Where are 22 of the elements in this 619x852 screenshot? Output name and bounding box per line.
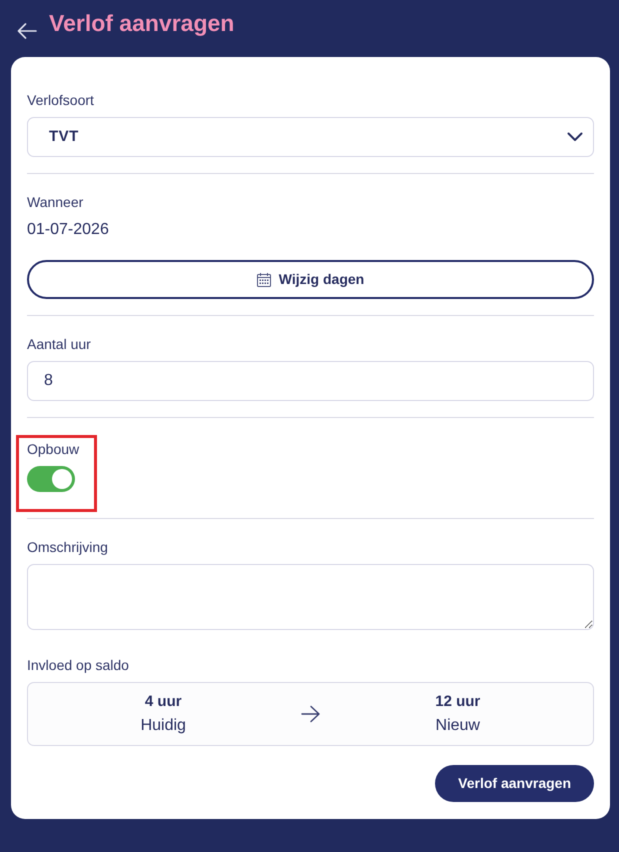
change-days-button[interactable]: Wijzig dagen xyxy=(27,260,594,299)
field-label: Aantal uur xyxy=(27,336,92,353)
description-field[interactable] xyxy=(27,564,594,630)
balance-caption: Nieuw xyxy=(436,716,480,736)
back-arrow-icon[interactable] xyxy=(17,23,37,39)
balance-value: 4 uur xyxy=(144,692,182,712)
calendar-icon xyxy=(256,272,271,286)
submit-button[interactable]: Verlof aanvragen xyxy=(435,765,594,802)
balance-value: 12 uur xyxy=(435,692,480,712)
field-label: Omschrijving xyxy=(27,539,109,556)
field-label: Wanneer xyxy=(27,194,84,211)
field-label: Opbouw xyxy=(27,441,80,458)
hours-input[interactable]: 8 xyxy=(27,361,594,401)
page-title: Verlof aanvragen xyxy=(49,9,234,38)
select-field[interactable]: TVT xyxy=(27,117,594,157)
field-label: Invloed op saldo xyxy=(27,657,130,674)
date-value: 01-07-2026 xyxy=(27,220,110,240)
chevron-down-icon xyxy=(567,132,583,142)
field-label: Verlofsoort xyxy=(27,92,95,109)
balance-caption: Huidig xyxy=(140,716,186,736)
arrow-right-icon xyxy=(300,705,320,723)
toggle-switch[interactable] xyxy=(27,466,75,492)
